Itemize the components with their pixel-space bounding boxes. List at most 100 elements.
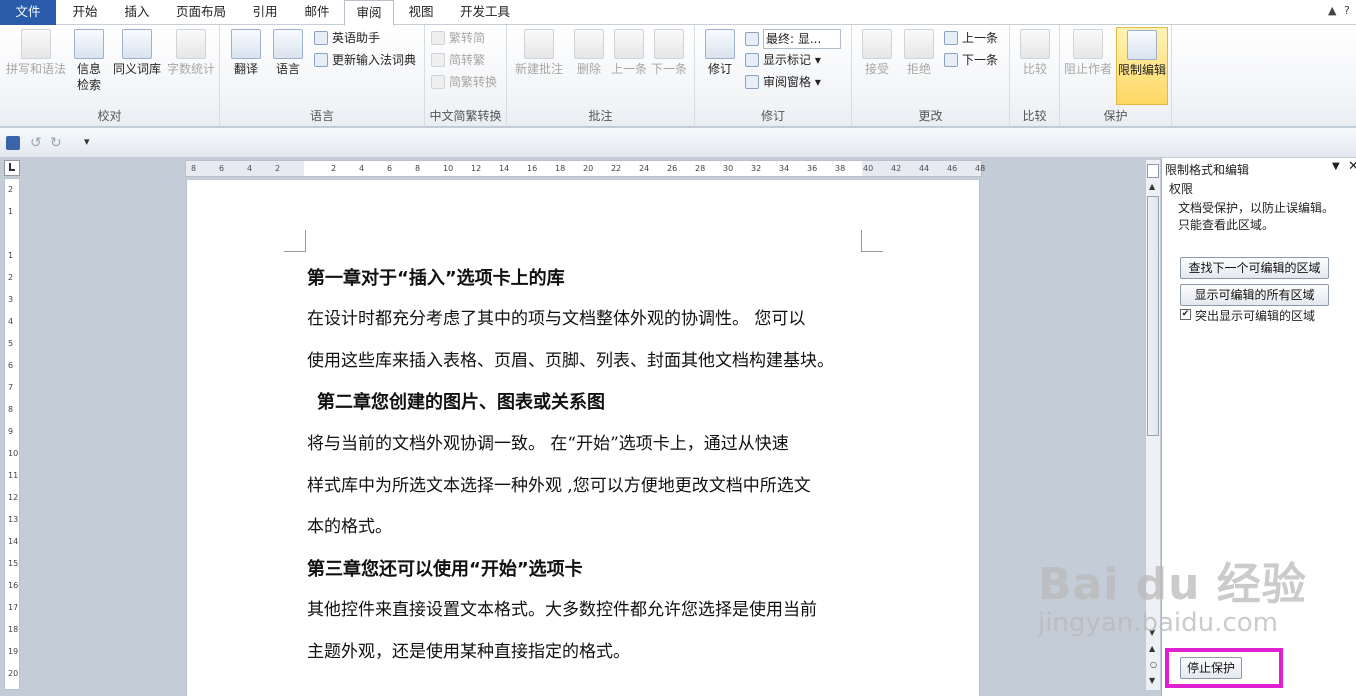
delete-comment-icon: [574, 29, 604, 59]
group-compare: 比较 比较: [1010, 25, 1060, 127]
previous-change-icon: [944, 31, 958, 45]
compare-button[interactable]: 比较: [1016, 29, 1054, 77]
track-changes-button[interactable]: 修订: [701, 29, 739, 77]
ruler-tick-label: 15: [8, 559, 19, 568]
reviewing-pane-label: 审阅窗格: [763, 75, 812, 89]
english-assistant-icon: [314, 31, 328, 45]
stop-protection-button[interactable]: 停止保护: [1180, 657, 1242, 679]
ruler-tick-label: 30: [723, 164, 734, 173]
save-icon[interactable]: [6, 136, 20, 150]
ruler-toggle-icon[interactable]: [1147, 164, 1159, 178]
group-label-comments: 批注: [588, 109, 613, 123]
word-count-button[interactable]: 字数统计: [164, 29, 218, 77]
thesaurus-button[interactable]: 同义词库: [110, 29, 164, 77]
ruler-tick-label: 16: [8, 581, 19, 590]
simp-to-trad-button[interactable]: 简转繁: [431, 51, 485, 69]
update-ime-button[interactable]: 更新输入法词典: [314, 51, 416, 69]
ruler-tick-label: 9: [8, 427, 14, 436]
ribbon-tabs: 文件 开始 插入 页面布局 引用 邮件 审阅 视图 开发工具 ▲ ?: [0, 0, 1356, 26]
next-page-icon[interactable]: ▼: [1149, 676, 1155, 685]
track-changes-label: 修订: [707, 62, 732, 76]
baidu-watermark: Bai du 经验 jingyan.baidu.com: [1038, 548, 1307, 638]
ruler-tick-label: 3: [8, 295, 14, 304]
heading-chapter-3: 第三章您还可以使用“开始”选项卡: [307, 559, 583, 580]
tab-selector-icon[interactable]: [4, 160, 20, 176]
ruler-tick-label: 1: [8, 251, 14, 260]
collapse-ribbon-icon[interactable]: ▲: [1328, 4, 1336, 17]
next-comment-label: 下一条: [650, 62, 687, 76]
ruler-tick-label: 12: [8, 493, 19, 502]
previous-page-icon[interactable]: ▲: [1149, 644, 1155, 653]
ruler-tick-label: 2: [331, 164, 337, 173]
display-review-value: 最终: 显...: [763, 29, 841, 49]
paragraph-line: 本的格式。: [307, 517, 392, 537]
accept-button[interactable]: 接受: [858, 29, 896, 77]
horizontal-ruler[interactable]: 8 6 4 2 2 4 6 8 10 12 14 16 18 20 22 24 26 28 30 32 34 36 38 40…: [185, 160, 985, 177]
next-change-button[interactable]: 下一条: [944, 51, 998, 69]
language-button[interactable]: 语言: [268, 29, 308, 77]
tab-file[interactable]: 文件: [0, 0, 56, 25]
track-changes-icon: [705, 29, 735, 59]
compare-icon: [1020, 29, 1050, 59]
reviewing-pane-icon: [745, 75, 759, 89]
research-button[interactable]: 信息 检索: [72, 29, 106, 93]
restrict-editing-label: 限制编辑: [1117, 63, 1166, 77]
heading-chapter-1: 第一章对于“插入”选项卡上的库: [307, 268, 565, 289]
trad-to-simp-label: 繁转简: [449, 31, 486, 45]
redo-icon[interactable]: ↻: [50, 135, 62, 151]
ruler-tick-label: 28: [695, 164, 706, 173]
group-changes: 接受 拒绝 上一条 下一条 更改: [852, 25, 1010, 127]
pane-options-icon[interactable]: ▼: [1332, 161, 1340, 172]
next-comment-button[interactable]: 下一条: [649, 29, 689, 77]
restrict-editing-button[interactable]: 限制编辑: [1116, 27, 1168, 105]
reviewing-pane-button[interactable]: 审阅窗格 ▾: [745, 73, 821, 91]
block-authors-label: 阻止作者: [1063, 62, 1112, 76]
previous-change-button[interactable]: 上一条: [944, 29, 998, 47]
block-authors-icon: [1073, 29, 1103, 59]
display-review-icon: [745, 32, 759, 46]
display-for-review-dropdown[interactable]: 最终: 显...: [745, 29, 841, 49]
tab-insert[interactable]: 插入: [112, 0, 162, 25]
english-assistant-label: 英语助手: [332, 31, 381, 45]
document-page[interactable]: 第一章对于“插入”选项卡上的库 在设计时都充分考虑了其中的项与文档整体外观的协调…: [186, 180, 980, 696]
trad-to-simp-button[interactable]: 繁转简: [431, 29, 485, 47]
scroll-thumb[interactable]: [1147, 196, 1159, 436]
undo-icon[interactable]: ↺: [30, 135, 42, 151]
tab-review[interactable]: 审阅: [344, 0, 394, 26]
tab-developer[interactable]: 开发工具: [450, 0, 520, 25]
research-icon: [74, 29, 104, 59]
conversion-button[interactable]: 简繁转换: [431, 73, 497, 91]
close-icon[interactable]: ✕: [1348, 159, 1356, 174]
reject-button[interactable]: 拒绝: [900, 29, 938, 77]
ruler-tick-label: 14: [8, 537, 19, 546]
tab-view[interactable]: 视图: [396, 0, 446, 25]
tab-home[interactable]: 开始: [60, 0, 110, 25]
show-all-regions-button[interactable]: 显示可编辑的所有区域: [1180, 284, 1329, 306]
tab-page-layout[interactable]: 页面布局: [166, 0, 236, 25]
spelling-grammar-button[interactable]: 拼写和语法: [4, 29, 68, 77]
help-icon[interactable]: ?: [1344, 4, 1350, 17]
block-authors-button[interactable]: 阻止作者: [1062, 29, 1114, 77]
find-next-region-button[interactable]: 查找下一个可编辑的区域: [1180, 257, 1329, 279]
english-assistant-button[interactable]: 英语助手: [314, 29, 380, 47]
tab-mailings[interactable]: 邮件: [292, 0, 342, 25]
simp-to-trad-label: 简转繁: [449, 53, 486, 67]
ruler-tick-label: 22: [611, 164, 622, 173]
new-comment-button[interactable]: 新建批注: [511, 29, 567, 77]
highlight-regions-checkbox[interactable]: ✔: [1180, 309, 1191, 320]
reject-icon: [904, 29, 934, 59]
translate-button[interactable]: 翻译: [226, 29, 266, 77]
ruler-tick-label: 20: [583, 164, 594, 173]
previous-comment-button[interactable]: 上一条: [609, 29, 649, 77]
delete-comment-button[interactable]: 删除: [569, 29, 609, 77]
vertical-ruler[interactable]: 2 1 1 2 3 4 5 6 7 8 9 10 11 12 13 14 15 16 17 18 19 20: [4, 178, 20, 690]
customize-qat-icon[interactable]: ▾: [84, 135, 90, 148]
tab-references[interactable]: 引用: [240, 0, 290, 25]
ruler-tick-label: 26: [667, 164, 678, 173]
protection-info-line-1: 文档受保护，以防止误编辑。: [1178, 201, 1335, 215]
previous-change-label: 上一条: [962, 31, 999, 45]
show-markup-button[interactable]: 显示标记 ▾: [745, 51, 821, 69]
ruler-tick-label: 32: [751, 164, 762, 173]
scroll-up-arrow-icon[interactable]: ▲: [1149, 182, 1155, 191]
browse-object-icon[interactable]: ○: [1150, 660, 1157, 669]
